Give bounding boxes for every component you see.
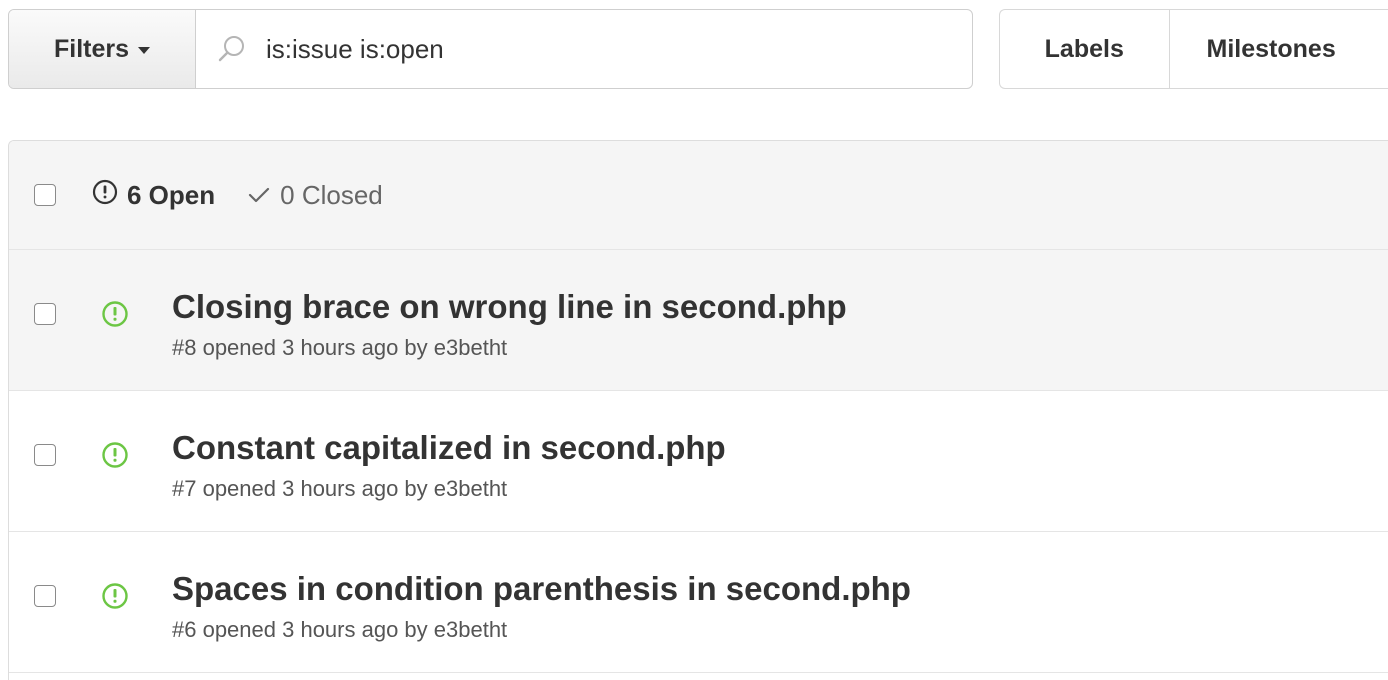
issues-search-input[interactable] xyxy=(266,33,916,65)
filters-dropdown-button[interactable]: Filters xyxy=(9,10,196,88)
filter-search-group: Filters xyxy=(8,9,973,89)
caret-down-icon xyxy=(138,47,151,54)
closed-issues-tab[interactable]: 0 Closed xyxy=(248,180,383,211)
issue-title-link[interactable]: Closing brace on wrong line in second.ph… xyxy=(172,288,847,326)
issue-row: Spaces in condition parenthesis in secon… xyxy=(9,532,1388,673)
issues-toolbar: Filters Labels Milestones xyxy=(8,9,1388,91)
search-icon xyxy=(216,32,250,66)
closed-count-label: 0 Closed xyxy=(280,179,383,210)
issue-title-link[interactable]: Spaces in condition parenthesis in secon… xyxy=(172,570,911,608)
issue-opened-icon xyxy=(101,582,129,615)
issue-opened-icon xyxy=(92,179,118,212)
open-count-label: 6 Open xyxy=(127,179,216,210)
issues-list-header: 6 Open 0 Closed xyxy=(9,141,1388,250)
issue-row: Constant capitalized in second.php #7 op… xyxy=(9,391,1388,532)
issue-row: Closing brace on wrong line in second.ph… xyxy=(9,250,1388,391)
issue-meta: #6 opened 3 hours ago by e3betht xyxy=(172,617,508,642)
issue-select-checkbox[interactable] xyxy=(34,303,56,325)
filters-label: Filters xyxy=(53,34,130,63)
issues-list: 6 Open 0 Closed Closing brace on wrong l… xyxy=(8,140,1388,680)
issue-meta: #8 opened 3 hours ago by e3betht xyxy=(172,335,508,360)
issue-select-checkbox[interactable] xyxy=(34,585,56,607)
issue-select-checkbox[interactable] xyxy=(34,444,56,466)
milestones-button[interactable]: Milestones xyxy=(1170,10,1388,88)
issue-opened-icon xyxy=(101,300,129,333)
check-icon xyxy=(248,180,270,211)
issue-title-link[interactable]: Constant capitalized in second.php xyxy=(172,429,726,467)
open-issues-tab[interactable]: 6 Open xyxy=(92,179,215,212)
issue-opened-icon xyxy=(101,441,129,474)
labels-button[interactable]: Labels xyxy=(1000,10,1170,88)
search-field-wrapper xyxy=(196,10,972,88)
select-all-checkbox[interactable] xyxy=(34,184,56,206)
labels-milestones-nav: Labels Milestones xyxy=(999,9,1388,89)
issue-meta: #7 opened 3 hours ago by e3betht xyxy=(172,476,508,501)
